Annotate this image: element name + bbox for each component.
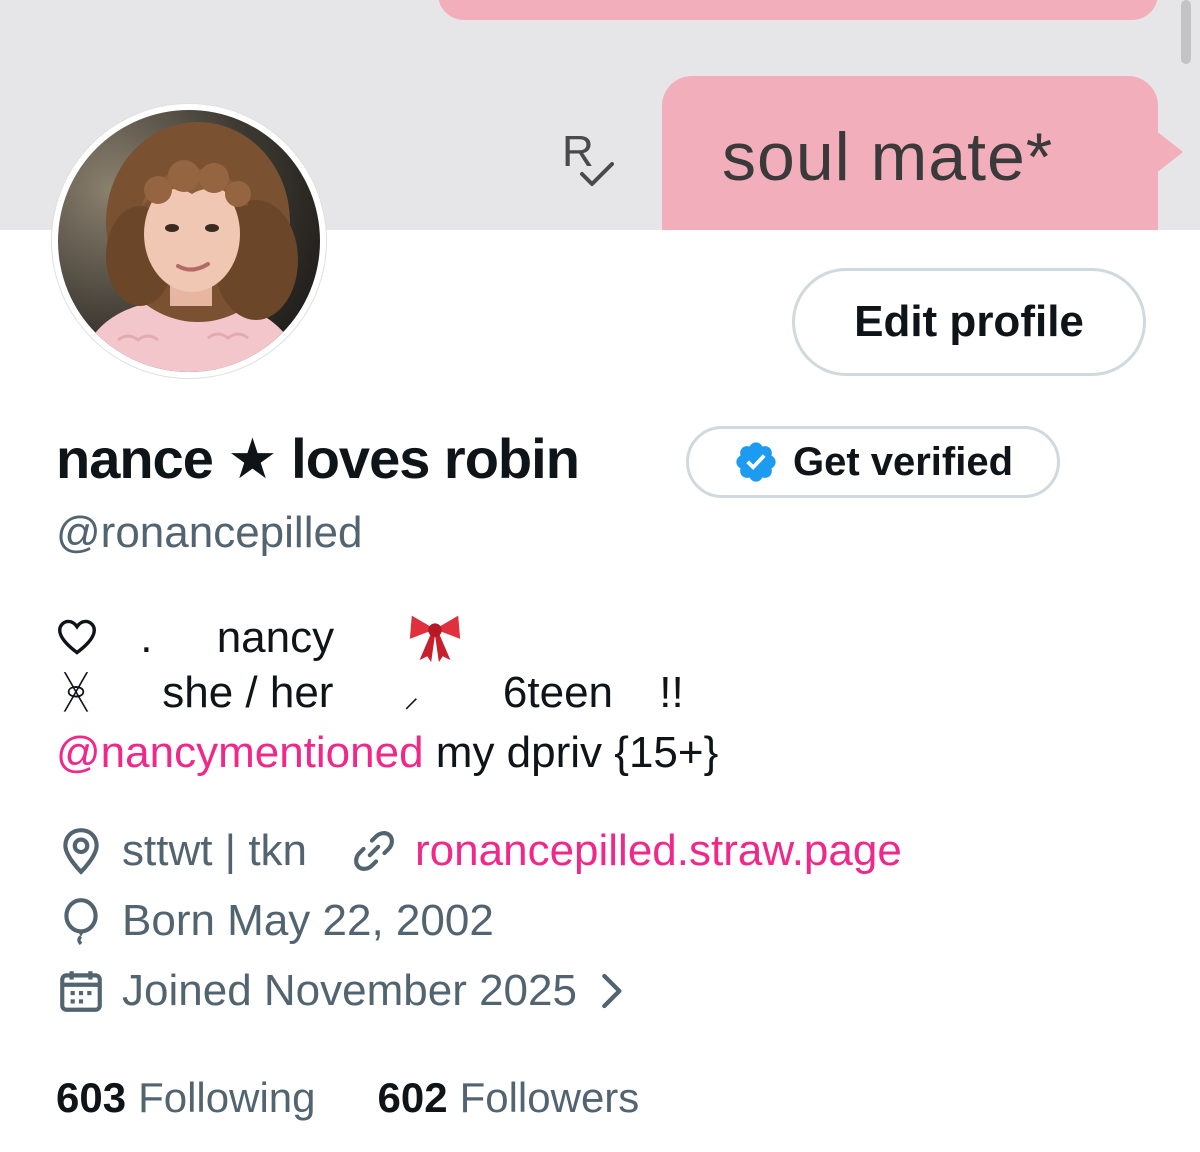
avatar-photo	[58, 110, 320, 372]
get-verified-label: Get verified	[792, 439, 1014, 484]
joined-text: Joined November 2025	[122, 966, 577, 1015]
read-receipt-letter: R	[562, 127, 594, 176]
bio-age: 6teen	[502, 668, 614, 717]
calendar-icon	[60, 971, 102, 1012]
bio-nickname: nancy	[216, 613, 335, 662]
balloon-icon	[64, 898, 98, 946]
bio-dot: .	[140, 613, 153, 662]
message-text: soul mate*	[722, 119, 1054, 195]
message-bubble-tail	[1155, 130, 1183, 174]
followers-link[interactable]: 602 Followers	[378, 1074, 640, 1122]
edit-profile-button[interactable]: Edit profile	[792, 268, 1146, 376]
birthday-text: Born May 22, 2002	[122, 896, 494, 945]
location-text: sttwt | tkn	[122, 826, 308, 875]
website-link[interactable]: ronancepilled.straw.page	[415, 826, 902, 876]
profile-meta-birthday: Born May 22, 2002	[56, 896, 494, 946]
followers-label: Followers	[459, 1074, 640, 1121]
bio-rune: ᚸ	[62, 668, 90, 717]
display-name: nance ★ loves robin	[56, 427, 580, 490]
profile-page: soul mate* R Edit profile nance ★ loves …	[0, 0, 1200, 1152]
verified-badge-icon	[736, 442, 776, 482]
following-link[interactable]: 603 Following	[56, 1074, 316, 1122]
get-verified-button[interactable]: Get verified	[686, 426, 1060, 498]
location-pin-icon	[63, 828, 99, 875]
follow-counts: 603 Following 602 Followers	[56, 1074, 639, 1122]
read-receipt-icon: R	[562, 127, 614, 186]
chevron-right-icon[interactable]	[595, 971, 627, 1011]
link-icon	[354, 831, 394, 871]
bio-mention-link[interactable]: @nancymentioned	[56, 728, 424, 777]
followers-count: 602	[377, 1074, 448, 1121]
heart-outline-icon	[57, 619, 97, 655]
bio-exclaim: !!	[659, 668, 684, 717]
bio-line-2: ᚸ she / her ⸝ 6teen !!	[56, 668, 684, 718]
message-bubble-previous	[438, 0, 1158, 20]
ribbon-bow-icon	[410, 615, 461, 663]
bio-line-3: @nancymentioned my dpriv {15+}	[56, 728, 718, 778]
bio-separator: ⸝	[403, 681, 419, 714]
profile-meta-joined[interactable]: Joined November 2025	[56, 966, 627, 1016]
avatar[interactable]	[52, 104, 326, 378]
bio-pronouns: she / her	[162, 668, 334, 717]
profile-handle: @ronancepilled	[56, 508, 363, 557]
bio-line-1: . nancy	[56, 606, 464, 664]
scrollbar[interactable]	[1181, 0, 1191, 64]
following-count: 603	[56, 1074, 127, 1121]
profile-meta-location-website: sttwt | tkn ronancepilled.straw.page	[56, 826, 902, 876]
following-label: Following	[138, 1074, 316, 1121]
bio-dpriv-text: my dpriv {15+}	[423, 728, 719, 777]
